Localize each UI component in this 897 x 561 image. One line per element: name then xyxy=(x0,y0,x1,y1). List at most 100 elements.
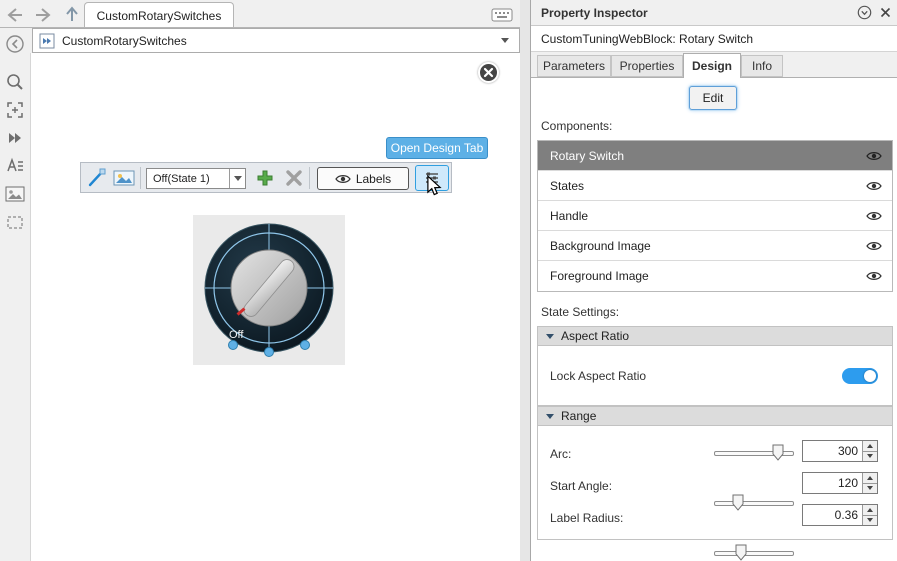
tooltip-text: Open Design Tab xyxy=(390,141,484,155)
arc-slider[interactable] xyxy=(714,444,794,462)
area-icon[interactable] xyxy=(5,212,25,232)
state-selector-value: Off(State 1) xyxy=(153,172,210,185)
fit-to-view-icon[interactable] xyxy=(5,100,25,120)
image-tool-button[interactable] xyxy=(112,166,136,190)
close-overlay-button[interactable] xyxy=(478,62,499,83)
panel-header: Property Inspector xyxy=(531,0,897,26)
keyboard-glyph xyxy=(491,8,513,21)
eye-icon[interactable] xyxy=(866,150,882,162)
breadcrumb-caret-icon[interactable] xyxy=(501,38,509,43)
spinner xyxy=(862,473,877,493)
lock-aspect-ratio-toggle[interactable] xyxy=(842,368,878,384)
eye-icon[interactable] xyxy=(866,240,882,252)
back-arrow-glyph xyxy=(7,7,22,22)
line-tool-button[interactable] xyxy=(85,166,109,190)
tab-properties[interactable]: Properties xyxy=(611,55,683,77)
spinner-up-icon[interactable] xyxy=(863,505,877,515)
tab-parameters[interactable]: Parameters xyxy=(537,55,611,77)
collapse-icon xyxy=(546,413,554,419)
spinner-down-icon[interactable] xyxy=(863,482,877,493)
labels-button-label: Labels xyxy=(355,171,392,186)
components-list: Rotary Switch States Handle Background I… xyxy=(537,140,893,292)
breadcrumb-model-label: CustomRotarySwitches xyxy=(62,33,187,48)
panel-menu-icon[interactable] xyxy=(854,3,874,23)
annotation-icon[interactable] xyxy=(5,156,25,176)
arc-label: Arc: xyxy=(550,447,572,461)
slider-track[interactable] xyxy=(714,551,794,556)
component-row-background-image[interactable]: Background Image xyxy=(538,231,892,261)
tab-design[interactable]: Design xyxy=(683,53,741,78)
components-label: Components: xyxy=(541,119,613,133)
forward-icon[interactable] xyxy=(32,6,54,23)
range-section-header[interactable]: Range xyxy=(537,406,893,426)
lock-aspect-ratio-label: Lock Aspect Ratio xyxy=(550,369,647,383)
label-radius-slider[interactable] xyxy=(714,544,794,561)
delete-state-icon xyxy=(286,170,302,186)
document-tab-label: CustomRotarySwitches xyxy=(96,8,222,23)
eye-icon xyxy=(335,174,351,183)
spinner xyxy=(862,505,877,525)
spinner-up-icon[interactable] xyxy=(863,441,877,451)
rotary-switch-widget[interactable]: Off xyxy=(193,215,345,365)
edit-button[interactable]: Edit xyxy=(689,86,737,110)
block-icon xyxy=(39,33,55,49)
component-row-handle[interactable]: Handle xyxy=(538,201,892,231)
start-angle-input[interactable]: 120 xyxy=(802,472,878,494)
label-radius-label: Label Radius: xyxy=(550,511,624,525)
toggle-knob xyxy=(864,370,876,382)
state-handle-dot[interactable] xyxy=(228,340,238,350)
block-heading: CustomTuningWebBlock: Rotary Switch xyxy=(531,26,897,52)
up-icon[interactable] xyxy=(62,4,82,24)
collapse-icon xyxy=(546,333,554,339)
step-forward-icon[interactable] xyxy=(5,128,25,148)
back-icon[interactable] xyxy=(4,6,26,23)
slider-track[interactable] xyxy=(714,501,794,506)
state-selector-dropdown[interactable]: Off(State 1) xyxy=(146,168,246,189)
breadcrumb[interactable]: CustomRotarySwitches xyxy=(32,28,520,53)
close-icon xyxy=(483,67,494,78)
state-handle-dot[interactable] xyxy=(300,340,310,350)
panel-close-icon[interactable] xyxy=(874,3,896,23)
design-toolbar: Off(State 1) Labels xyxy=(80,162,452,193)
slider-thumb[interactable] xyxy=(772,444,784,461)
eye-icon[interactable] xyxy=(866,210,882,222)
add-state-button[interactable] xyxy=(253,166,277,190)
line-tool-icon xyxy=(88,168,106,187)
spinner-down-icon[interactable] xyxy=(863,514,877,525)
range-section-body: Arc: 300 Start Angle: 120 Label Radius: … xyxy=(537,426,893,561)
dropdown-caret-icon xyxy=(229,169,245,188)
start-angle-slider[interactable] xyxy=(714,494,794,512)
label-radius-input[interactable]: 0.36 xyxy=(802,504,878,526)
spinner xyxy=(862,441,877,461)
component-row-rotary-switch[interactable]: Rotary Switch xyxy=(538,141,892,171)
cursor-icon xyxy=(426,174,442,200)
spinner-down-icon[interactable] xyxy=(863,450,877,461)
component-row-states[interactable]: States xyxy=(538,171,892,201)
slider-thumb[interactable] xyxy=(732,494,744,511)
eye-icon[interactable] xyxy=(866,270,882,282)
eye-icon[interactable] xyxy=(866,180,882,192)
arc-input[interactable]: 300 xyxy=(802,440,878,462)
state-settings-label: State Settings: xyxy=(541,305,620,319)
aspect-ratio-section-header[interactable]: Aspect Ratio xyxy=(537,326,893,346)
document-tab[interactable]: CustomRotarySwitches xyxy=(84,2,234,28)
toolbar-separator xyxy=(309,167,310,189)
panel-title: Property Inspector xyxy=(541,5,648,20)
hide-browser-icon[interactable] xyxy=(5,34,25,54)
zoom-icon[interactable] xyxy=(5,72,25,92)
component-row-foreground-image[interactable]: Foreground Image xyxy=(538,261,892,291)
property-inspector-panel: Property Inspector CustomTuningWebBlock:… xyxy=(530,0,897,561)
tab-info[interactable]: Info xyxy=(741,55,783,77)
spinner-up-icon[interactable] xyxy=(863,473,877,483)
labels-toggle-button[interactable]: Labels xyxy=(317,167,409,190)
state-handle-dot[interactable] xyxy=(264,347,274,357)
forward-arrow-glyph xyxy=(36,7,51,22)
slider-thumb[interactable] xyxy=(735,544,747,561)
image-tool-icon xyxy=(113,170,135,186)
panel-splitter[interactable] xyxy=(520,0,530,561)
image-icon[interactable] xyxy=(5,184,25,204)
delete-state-button[interactable] xyxy=(282,166,306,190)
up-arrow-glyph xyxy=(66,6,78,21)
open-design-tab-tooltip: Open Design Tab xyxy=(386,137,488,159)
keyboard-icon[interactable] xyxy=(490,7,514,22)
